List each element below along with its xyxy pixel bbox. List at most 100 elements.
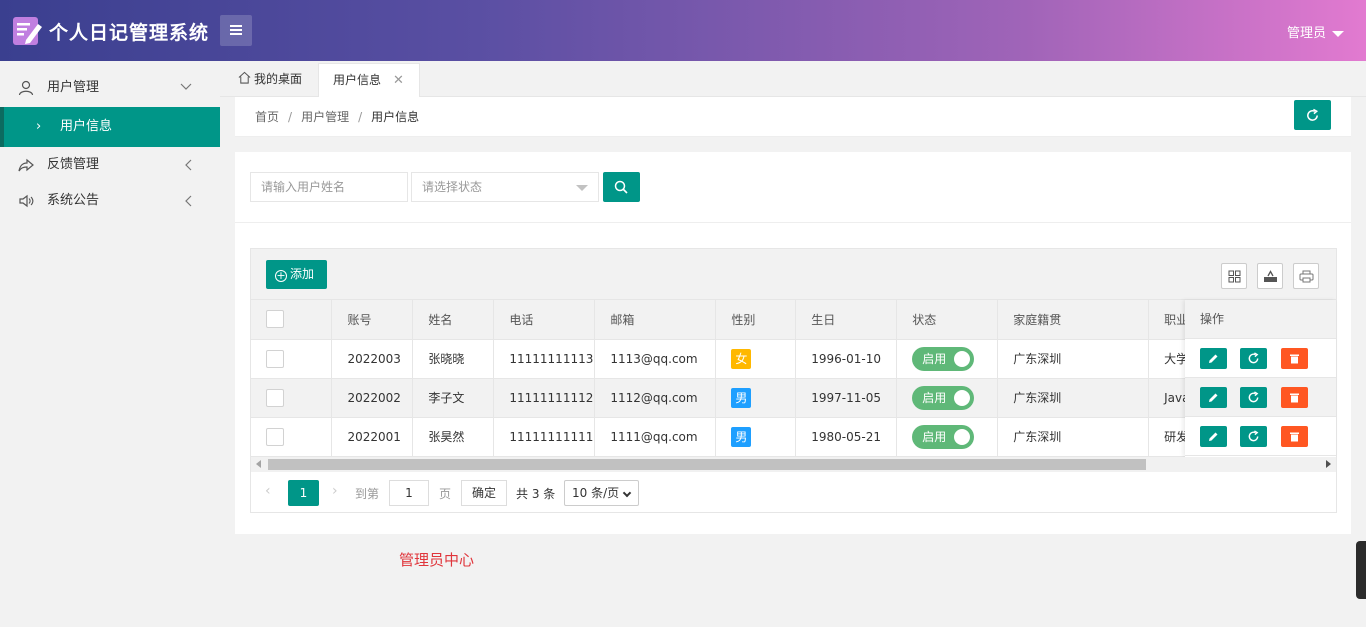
reset-password-button[interactable] (1240, 426, 1267, 447)
chevron-left-icon (185, 159, 192, 171)
prev-page-icon[interactable]: ‹ (265, 483, 271, 499)
col-gender[interactable]: 性别 (715, 300, 797, 340)
page-unit-label: 页 (439, 487, 452, 501)
export-button[interactable] (1257, 263, 1283, 289)
export-icon (1264, 270, 1277, 282)
add-user-button[interactable]: + 添加 (266, 260, 327, 289)
scroll-right-icon[interactable] (1326, 460, 1331, 468)
pencil-icon (1209, 432, 1218, 441)
trash-icon (1290, 393, 1299, 403)
table-row[interactable]: 2022003 张晓晓 11111111113 1113@qq.com 女 19… (251, 339, 1336, 379)
ops-row (1185, 378, 1336, 417)
main-card: 请输入用户姓名 请选择状态 + 添加 账号 姓名 电话 邮箱 性别 生日 状态 … (235, 152, 1351, 534)
table-row[interactable]: 2022002 李子文 11111111112 1112@qq.com 男 19… (251, 378, 1336, 418)
refresh-icon (1307, 108, 1319, 121)
select-all-checkbox[interactable] (266, 310, 284, 329)
side-widget-handle[interactable] (1356, 541, 1366, 599)
col-status[interactable]: 状态 (896, 300, 999, 340)
tab-my-desktop[interactable]: 我的桌面 (224, 63, 316, 97)
chevron-left-icon (185, 195, 192, 207)
print-button[interactable] (1293, 263, 1319, 289)
tab-bar: 我的桌面 用户信息 ✕ (220, 61, 1366, 97)
sidebar-item-user-management[interactable]: 用户管理 (0, 69, 220, 107)
chevron-down-icon (622, 488, 632, 498)
speaker-icon (19, 194, 34, 208)
row-checkbox[interactable] (266, 388, 284, 407)
horizontal-scrollbar[interactable] (251, 457, 1336, 472)
caret-down-icon (576, 185, 588, 191)
user-name: 管理员 (1286, 26, 1326, 41)
caret-down-icon (1332, 30, 1344, 37)
status-toggle[interactable]: 启用 (912, 346, 975, 371)
breadcrumb-user-management[interactable]: 用户管理 (301, 110, 349, 124)
trash-icon (1290, 432, 1299, 442)
user-menu[interactable]: 管理员 (1287, 22, 1344, 41)
breadcrumb-bar: 首页 / 用户管理 / 用户信息 (235, 97, 1351, 137)
edit-button[interactable] (1200, 426, 1227, 447)
table-header-row: 账号 姓名 电话 邮箱 性别 生日 状态 家庭籍贯 职业 (251, 300, 1336, 340)
page-number[interactable]: 1 (288, 480, 319, 506)
col-name[interactable]: 姓名 (412, 300, 495, 340)
ops-row (1185, 417, 1336, 456)
row-checkbox[interactable] (266, 349, 284, 368)
scroll-left-icon[interactable] (256, 460, 261, 468)
goto-label: 到第 (355, 487, 380, 501)
gender-badge: 男 (731, 426, 752, 447)
col-phone[interactable]: 电话 (493, 300, 596, 340)
edit-button[interactable] (1200, 348, 1227, 369)
status-select[interactable]: 请选择状态 (411, 172, 599, 202)
page-refresh-button[interactable] (1294, 100, 1331, 130)
pencil-icon (1209, 393, 1218, 402)
page-size-select[interactable]: 10 条/页 (564, 480, 639, 506)
operations-column: 操作 (1185, 300, 1336, 457)
table-row[interactable]: 2022001 张昊然 11111111111 1111@qq.com 男 19… (251, 417, 1336, 457)
admin-center-label: 管理员中心 (399, 551, 475, 569)
delete-button[interactable] (1281, 348, 1308, 369)
tab-user-info[interactable]: 用户信息 ✕ (318, 63, 420, 97)
pagination: ‹ 1 › 到第 1 页 确定 共 3 条 10 条/页 (251, 472, 1336, 512)
user-table: + 添加 账号 姓名 电话 邮箱 性别 生日 状态 家庭籍贯 职业 202200… (250, 248, 1337, 513)
delete-button[interactable] (1281, 426, 1308, 447)
total-count: 共 3 条 (516, 487, 556, 501)
row-checkbox[interactable] (266, 427, 284, 446)
sidebar-item-announcement[interactable]: 系统公告 (0, 182, 220, 220)
sidebar-item-user-info[interactable]: › 用户信息 (0, 107, 220, 147)
top-header: 个人日记管理系统 管理员 (0, 0, 1366, 61)
col-hometown[interactable]: 家庭籍贯 (997, 300, 1150, 340)
breadcrumb-home[interactable]: 首页 (255, 110, 279, 124)
columns-filter-button[interactable] (1221, 263, 1247, 289)
edit-button[interactable] (1200, 387, 1227, 408)
user-icon (18, 80, 34, 96)
status-toggle[interactable]: 启用 (912, 424, 975, 449)
next-page-icon[interactable]: › (332, 483, 338, 499)
gender-badge: 女 (731, 348, 752, 369)
pencil-icon (1209, 354, 1218, 363)
search-name-input[interactable]: 请输入用户姓名 (250, 172, 408, 202)
printer-icon (1299, 270, 1314, 283)
status-toggle[interactable]: 启用 (912, 385, 975, 410)
col-email[interactable]: 邮箱 (594, 300, 717, 340)
reset-password-button[interactable] (1240, 387, 1267, 408)
chevron-right-icon: › (36, 119, 42, 134)
data-table: 账号 姓名 电话 邮箱 性别 生日 状态 家庭籍贯 职业 2022003 张晓晓… (251, 300, 1336, 457)
sidebar: 用户管理 › 用户信息 反馈管理 系统公告 (0, 61, 220, 627)
menu-icon (230, 25, 242, 27)
page-jump-input[interactable]: 1 (389, 480, 429, 506)
scroll-thumb[interactable] (268, 459, 1146, 470)
chevron-down-icon (180, 83, 192, 90)
trash-icon (1290, 354, 1299, 364)
page-jump-confirm-button[interactable]: 确定 (461, 480, 507, 506)
search-button[interactable] (603, 172, 640, 202)
col-birthday[interactable]: 生日 (795, 300, 898, 340)
close-icon[interactable]: ✕ (393, 73, 404, 88)
delete-button[interactable] (1281, 387, 1308, 408)
col-account[interactable]: 账号 (331, 300, 414, 340)
sidebar-item-feedback[interactable]: 反馈管理 (0, 146, 220, 184)
reset-password-button[interactable] (1240, 348, 1267, 369)
col-operations: 操作 (1185, 300, 1336, 339)
plus-circle-icon: + (275, 269, 287, 282)
refresh-icon (1248, 352, 1259, 364)
breadcrumb: 首页 / 用户管理 / 用户信息 (255, 110, 420, 124)
search-icon (614, 180, 628, 194)
menu-toggle-button[interactable] (220, 15, 252, 46)
